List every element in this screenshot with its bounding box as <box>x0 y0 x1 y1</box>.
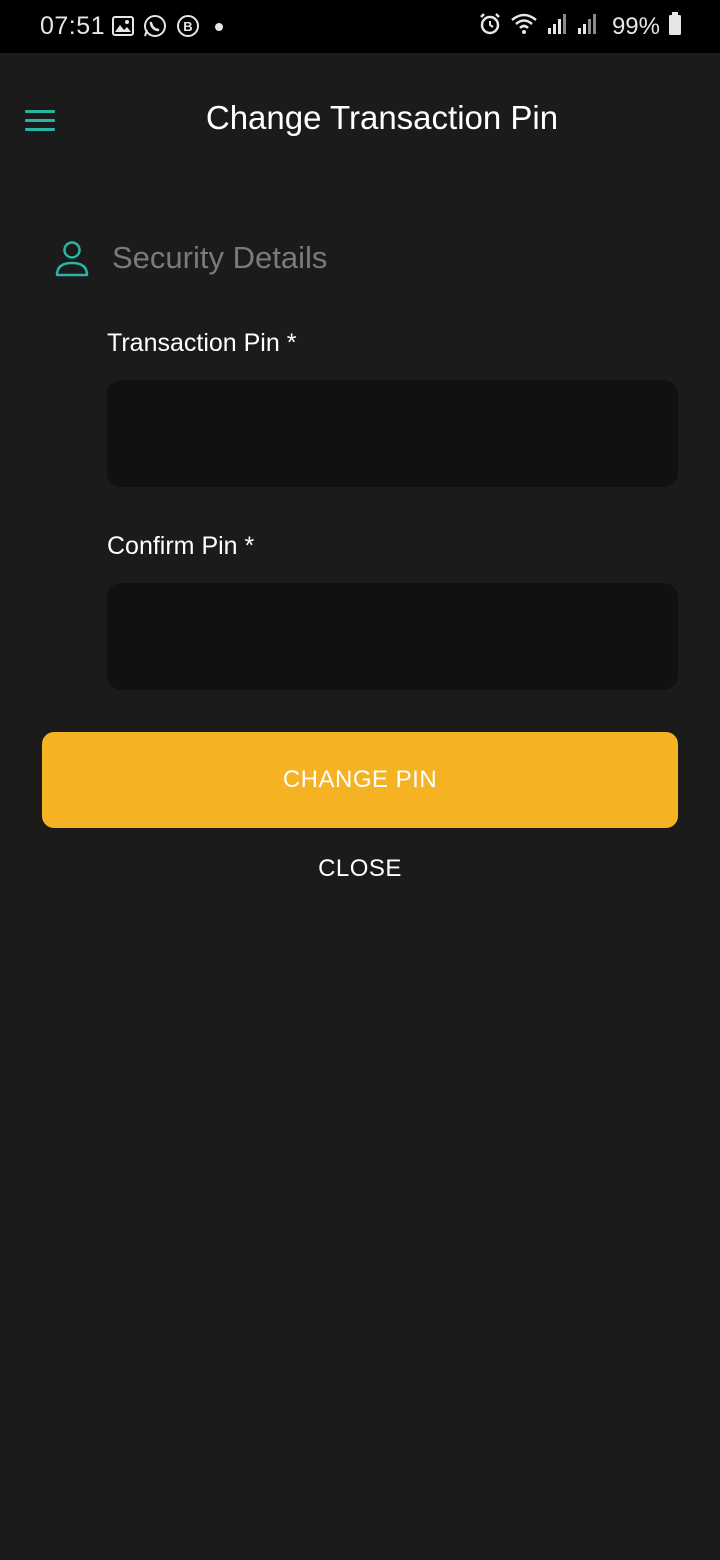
page-title: Change Transaction Pin <box>205 99 559 136</box>
signal-icon <box>576 13 598 40</box>
svg-text:B: B <box>183 19 192 34</box>
status-time: 07:51 <box>40 12 106 40</box>
battery-percent: 99% <box>611 12 660 40</box>
app-bar: Change Transaction Pin <box>0 53 720 185</box>
wifi-icon <box>510 12 538 41</box>
section-title: Security Details <box>112 240 328 275</box>
status-icons-right: 99% <box>478 12 682 41</box>
transaction-pin-input[interactable] <box>107 380 678 487</box>
section-header: Security Details <box>54 238 327 278</box>
dot-icon <box>209 20 227 38</box>
user-icon <box>54 238 90 278</box>
alarm-icon <box>478 12 502 41</box>
transaction-pin-label: Transaction Pin * <box>107 329 297 357</box>
gallery-icon <box>112 16 134 41</box>
confirm-pin-label: Confirm Pin * <box>107 532 255 560</box>
status-icons-left: B <box>112 14 227 43</box>
b-badge-icon: B <box>176 14 200 43</box>
signal-icon <box>546 13 568 40</box>
status-bar: 07:51 B 99% <box>0 0 720 53</box>
change-pin-button[interactable]: CHANGE PIN <box>42 732 678 828</box>
confirm-pin-input[interactable] <box>107 583 678 690</box>
battery-icon <box>668 12 682 41</box>
close-button[interactable]: CLOSE <box>0 855 720 883</box>
whatsapp-icon <box>143 14 167 43</box>
